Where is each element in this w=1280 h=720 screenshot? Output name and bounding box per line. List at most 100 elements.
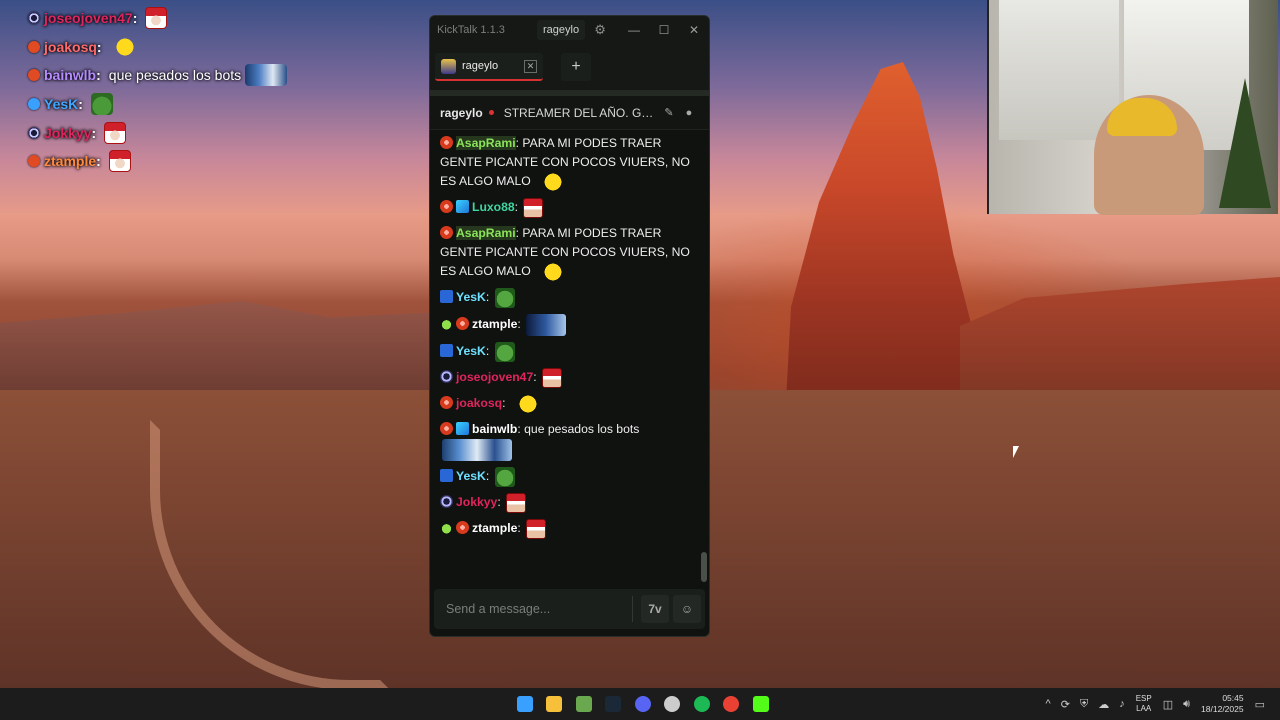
account-button[interactable]: rageylo [537, 20, 586, 40]
start-icon[interactable] [510, 692, 540, 716]
chat-scrollbar[interactable] [701, 552, 707, 582]
discord-icon[interactable] [628, 692, 658, 716]
network-icon[interactable]: ◫ [1163, 698, 1173, 711]
overlay-username: YesK [44, 96, 79, 113]
chat-message[interactable]: AsapRami: PARA MI PODES TRAER GENTE PICA… [440, 224, 699, 282]
chat-message[interactable]: YesK: [440, 342, 699, 362]
chat-message[interactable]: bainwlb: que pesados los bots [440, 420, 699, 461]
chat-username[interactable]: Luxo88 [472, 200, 515, 214]
tab-bar: rageylo ✕ + [430, 44, 709, 96]
chat-username[interactable]: AsapRami [456, 136, 516, 150]
chat-username[interactable]: ztample [472, 521, 517, 535]
emote-picker-icon[interactable]: ☺ [673, 595, 701, 623]
notification-icon[interactable]: ▭ [1255, 698, 1265, 711]
chat-username[interactable]: joakosq [456, 396, 502, 410]
taskbar: ^ ⟳ ⛨ ☁ ♪ ESP LAA ◫ 🔊︎ 05:45 18/12/2025 … [0, 688, 1280, 720]
title-bar[interactable]: KickTalk 1.1.3 rageylo ⚙ — ☐ ✕ [430, 16, 709, 44]
taskbar-apps [510, 692, 776, 716]
close-icon[interactable]: ✕ [679, 23, 709, 37]
sub-badge-icon [440, 469, 453, 483]
security-icon[interactable]: ⛨ [1080, 698, 1088, 711]
tab-label: rageylo [462, 60, 499, 72]
file-explorer-icon[interactable] [540, 692, 570, 716]
spotify-icon[interactable] [687, 692, 717, 716]
sub-badge-icon [440, 344, 453, 358]
7tv-emote-icon[interactable]: 7v [641, 595, 669, 623]
channel-header: rageylo STREAMER DEL AÑO. GANADOR NUEVO … [430, 96, 709, 130]
window-blind-left [999, 0, 1119, 140]
channel-name[interactable]: rageylo [440, 106, 483, 120]
onedrive-icon[interactable]: ☁ [1098, 698, 1109, 711]
chat-username[interactable]: bainwlb [472, 422, 517, 436]
user-icon[interactable]: ● [679, 107, 699, 119]
chat-message[interactable]: YesK: [440, 288, 699, 308]
chrome-icon-glyph [723, 696, 740, 712]
chat-username[interactable]: ztample [472, 317, 517, 331]
overlay-username: bainwlb [44, 67, 97, 84]
pin-icon[interactable]: ✎ [659, 106, 679, 119]
composer-divider [632, 596, 633, 622]
chat-message[interactable]: AsapRami: PARA MI PODES TRAER GENTE PICA… [440, 134, 699, 192]
steam-icon[interactable] [599, 692, 629, 716]
santa-emote-icon [523, 198, 544, 218]
chat-message[interactable]: ztample: [440, 314, 699, 336]
overlay-chat-line: ztample: [28, 147, 287, 176]
chat-message[interactable]: Jokkyy: [440, 493, 699, 513]
close-tab-icon[interactable]: ✕ [524, 59, 537, 73]
red-badge-icon [440, 226, 453, 239]
santa-emote-icon [104, 121, 127, 144]
volume-icon[interactable]: 🔊︎ [1183, 698, 1190, 711]
chrome-icon[interactable] [717, 692, 747, 716]
chat-message[interactable]: Luxo88: [440, 198, 699, 218]
separator: : [533, 370, 541, 385]
chat-username[interactable]: joseojoven47 [456, 370, 533, 384]
separator: : [485, 344, 493, 359]
red-badge-icon [440, 136, 453, 149]
badge-icon [28, 40, 40, 53]
clock[interactable]: 05:45 18/12/2025 [1201, 693, 1244, 715]
chat-username[interactable]: Jokkyy [456, 495, 497, 509]
ring-badge-icon [440, 495, 453, 509]
language-indicator[interactable]: ESP LAA [1136, 694, 1152, 714]
chat-message[interactable]: ztample: [440, 519, 699, 539]
microphone-icon[interactable]: ♪ [1119, 698, 1125, 710]
separator: : [96, 38, 102, 55]
wide-emote-icon [442, 439, 512, 461]
overlay-username: Jokkyy [44, 124, 92, 141]
chat-username[interactable]: YesK [456, 469, 486, 483]
overlay-chat-line: bainwlb: que pesados los bots [28, 61, 288, 90]
chat-username[interactable]: AsapRami [456, 226, 516, 240]
settings-gear-icon[interactable]: ⚙ [589, 22, 611, 38]
sync-icon[interactable]: ⟳ [1061, 698, 1070, 711]
live-indicator-icon [488, 110, 494, 115]
separator: : [132, 10, 138, 27]
overlay-message: que pesados los bots [108, 67, 242, 84]
chat-message[interactable]: joakosq: [440, 394, 699, 414]
message-input[interactable]: Send a message... [434, 602, 632, 616]
chat-messages[interactable]: AsapRami: PARA MI PODES TRAER GENTE PICA… [430, 130, 709, 570]
separator: : [96, 153, 101, 170]
sub-badge-icon [440, 290, 453, 304]
minecraft-icon-glyph [575, 696, 592, 712]
santa-emote-icon [542, 368, 563, 388]
chat-message[interactable]: YesK: [440, 467, 699, 487]
chat-username[interactable]: YesK [456, 344, 486, 358]
overlay-username: joseojoven47 [44, 10, 133, 27]
kick-icon[interactable] [746, 692, 776, 716]
stream-title: STREAMER DEL AÑO. GANADOR NUEVO GAME [503, 105, 659, 120]
gift-badge-icon [456, 200, 469, 214]
chevron-up-icon[interactable]: ^ [1046, 698, 1051, 710]
badge-icon [28, 155, 40, 168]
minimize-icon[interactable]: — [619, 23, 649, 37]
minecraft-icon[interactable] [569, 692, 599, 716]
channel-avatar [441, 58, 456, 74]
obs-icon[interactable] [658, 692, 688, 716]
maximize-icon[interactable]: ☐ [649, 23, 679, 37]
add-tab-button[interactable]: + [561, 53, 591, 81]
desert-ridge-left [0, 301, 440, 400]
chat-username[interactable]: YesK [456, 290, 486, 304]
tab-rageylo[interactable]: rageylo ✕ [435, 53, 543, 81]
app-title: KickTalk 1.1.3 [437, 24, 505, 36]
chat-message[interactable]: joseojoven47: [440, 368, 699, 388]
separator: : [91, 124, 97, 141]
